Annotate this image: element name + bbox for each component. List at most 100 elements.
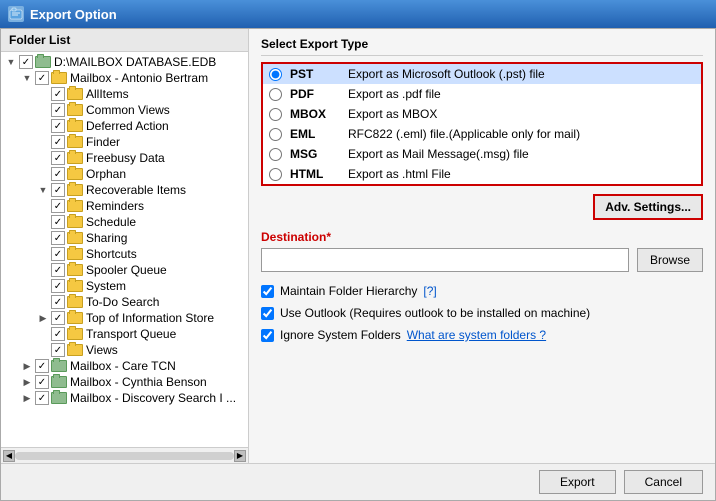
export-type-desc-pst: Export as Microsoft Outlook (.pst) file — [348, 67, 695, 81]
folder-checkbox[interactable] — [19, 55, 33, 69]
use-outlook-checkbox[interactable] — [261, 307, 274, 320]
folder-icon — [67, 184, 83, 196]
adv-settings-button[interactable]: Adv. Settings... — [593, 194, 703, 220]
folder-checkbox[interactable] — [51, 231, 65, 245]
browse-button[interactable]: Browse — [637, 248, 703, 272]
tree-expander — [37, 88, 49, 100]
folder-checkbox[interactable] — [51, 279, 65, 293]
folder-icon — [51, 392, 67, 404]
export-radio-msg[interactable] — [269, 148, 282, 161]
export-radio-html[interactable] — [269, 168, 282, 181]
export-type-row-html[interactable]: HTMLExport as .html File — [263, 164, 701, 184]
maintain-hierarchy-label: Maintain Folder Hierarchy — [280, 284, 417, 298]
folder-checkbox[interactable] — [51, 103, 65, 117]
folder-checkbox[interactable] — [35, 71, 49, 85]
export-type-row-mbox[interactable]: MBOXExport as MBOX — [263, 104, 701, 124]
folder-checkbox[interactable] — [35, 391, 49, 405]
folder-checkbox[interactable] — [51, 119, 65, 133]
folder-checkbox[interactable] — [51, 167, 65, 181]
export-radio-eml[interactable] — [269, 128, 282, 141]
main-container: Folder List ▼D:\MAILBOX DATABASE.EDB▼Mai… — [0, 28, 716, 501]
tree-expander[interactable]: ▼ — [21, 72, 33, 84]
scroll-left-btn[interactable]: ◀ — [3, 450, 15, 462]
folder-icon — [51, 360, 67, 372]
folder-tree[interactable]: ▼D:\MAILBOX DATABASE.EDB▼Mailbox - Anton… — [1, 52, 248, 447]
cancel-button[interactable]: Cancel — [624, 470, 703, 494]
tree-expander[interactable]: ▶ — [37, 312, 49, 324]
folder-label: Finder — [86, 135, 120, 149]
folder-panel: Folder List ▼D:\MAILBOX DATABASE.EDB▼Mai… — [1, 29, 249, 463]
ignore-system-label: Ignore System Folders — [280, 328, 401, 342]
ignore-system-checkbox[interactable] — [261, 329, 274, 342]
tree-item[interactable]: Reminders — [1, 198, 248, 214]
maintain-hierarchy-checkbox[interactable] — [261, 285, 274, 298]
tree-item[interactable]: Orphan — [1, 166, 248, 182]
folder-label: Freebusy Data — [86, 151, 165, 165]
folder-checkbox[interactable] — [51, 311, 65, 325]
tree-item[interactable]: Schedule — [1, 214, 248, 230]
folder-label: Transport Queue — [86, 327, 176, 341]
export-type-row-eml[interactable]: EMLRFC822 (.eml) file.(Applicable only f… — [263, 124, 701, 144]
system-folders-help-link[interactable]: What are system folders ? — [407, 328, 546, 342]
tree-expander — [37, 120, 49, 132]
folder-icon — [67, 280, 83, 292]
tree-item[interactable]: Sharing — [1, 230, 248, 246]
folder-checkbox[interactable] — [51, 87, 65, 101]
tree-item[interactable]: Deferred Action — [1, 118, 248, 134]
tree-expander[interactable]: ▼ — [37, 184, 49, 196]
tree-item[interactable]: Views — [1, 342, 248, 358]
tree-expander — [37, 104, 49, 116]
folder-label: Schedule — [86, 215, 136, 229]
tree-item[interactable]: ▼Recoverable Items — [1, 182, 248, 198]
tree-expander[interactable]: ▶ — [21, 360, 33, 372]
use-outlook-label: Use Outlook (Requires outlook to be inst… — [280, 306, 590, 320]
export-radio-pdf[interactable] — [269, 88, 282, 101]
folder-checkbox[interactable] — [51, 327, 65, 341]
tree-expander[interactable]: ▶ — [21, 392, 33, 404]
folder-label: Mailbox - Care TCN — [70, 359, 176, 373]
tree-item[interactable]: ▼Mailbox - Antonio Bertram — [1, 70, 248, 86]
folder-label: Spooler Queue — [86, 263, 167, 277]
hierarchy-help-link[interactable]: [?] — [423, 284, 436, 298]
tree-expander[interactable]: ▶ — [21, 376, 33, 388]
folder-icon — [67, 248, 83, 260]
window-title: Export Option — [30, 7, 117, 22]
tree-item[interactable]: Transport Queue — [1, 326, 248, 342]
export-radio-mbox[interactable] — [269, 108, 282, 121]
export-type-row-pdf[interactable]: PDFExport as .pdf file — [263, 84, 701, 104]
folder-checkbox[interactable] — [51, 343, 65, 357]
tree-item[interactable]: Common Views — [1, 102, 248, 118]
folder-checkbox[interactable] — [51, 135, 65, 149]
folder-checkbox[interactable] — [51, 247, 65, 261]
folder-checkbox[interactable] — [51, 183, 65, 197]
destination-input[interactable] — [261, 248, 629, 272]
tree-item[interactable]: ▶Mailbox - Discovery Search I ... — [1, 390, 248, 406]
export-type-name-pst: PST — [290, 67, 340, 81]
tree-item[interactable]: Shortcuts — [1, 246, 248, 262]
tree-item[interactable]: System — [1, 278, 248, 294]
tree-item[interactable]: Finder — [1, 134, 248, 150]
tree-item[interactable]: To-Do Search — [1, 294, 248, 310]
tree-item[interactable]: Freebusy Data — [1, 150, 248, 166]
export-type-row-msg[interactable]: MSGExport as Mail Message(.msg) file — [263, 144, 701, 164]
export-type-row-pst[interactable]: PST Export as Microsoft Outlook (.pst) fi… — [263, 64, 701, 84]
tree-item[interactable]: ▶ Mailbox - Care TCN — [1, 358, 248, 374]
tree-item[interactable]: Spooler Queue — [1, 262, 248, 278]
tree-item[interactable]: ▼D:\MAILBOX DATABASE.EDB — [1, 54, 248, 70]
tree-item[interactable]: AllItems — [1, 86, 248, 102]
folder-checkbox[interactable] — [35, 359, 49, 373]
export-button[interactable]: Export — [539, 470, 616, 494]
folder-panel-header: Folder List — [1, 29, 248, 52]
scroll-right-btn[interactable]: ▶ — [234, 450, 246, 462]
tree-item[interactable]: ▶Top of Information Store — [1, 310, 248, 326]
folder-checkbox[interactable] — [51, 199, 65, 213]
folder-checkbox[interactable] — [51, 215, 65, 229]
folder-checkbox[interactable] — [51, 263, 65, 277]
export-radio-pst[interactable] — [269, 68, 282, 81]
folder-checkbox[interactable] — [51, 295, 65, 309]
tree-item[interactable]: ▶Mailbox - Cynthia Benson — [1, 374, 248, 390]
folder-checkbox[interactable] — [35, 375, 49, 389]
horizontal-scrollbar[interactable]: ◀ ▶ — [1, 447, 248, 463]
tree-expander[interactable]: ▼ — [5, 56, 17, 68]
folder-checkbox[interactable] — [51, 151, 65, 165]
